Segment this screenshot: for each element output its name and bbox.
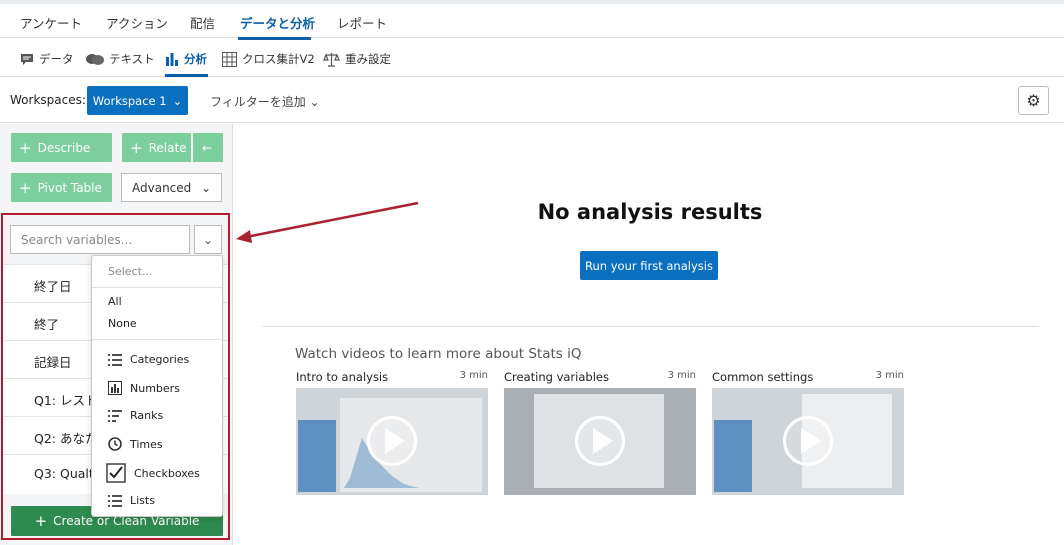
annotation-arrow-icon bbox=[236, 201, 419, 243]
